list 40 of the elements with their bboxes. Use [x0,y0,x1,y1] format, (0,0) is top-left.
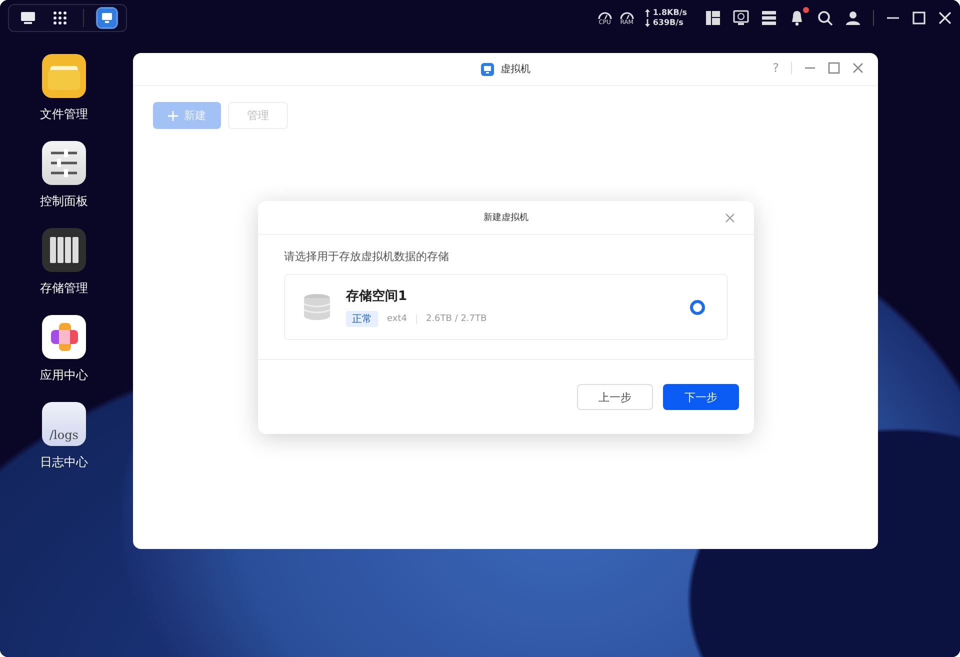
search-icon[interactable] [817,10,833,26]
back-button[interactable]: 上一步 [577,384,653,410]
usage-text: 2.6TB / 2.7TB [426,314,487,324]
user-icon[interactable] [845,10,861,26]
gauge-icon [618,10,635,19]
database-icon [302,292,332,322]
upload-speed: 1.8KB/s [652,8,687,18]
desktop-icon-label[interactable]: 文件管理 [40,107,88,121]
desktop-icon-label[interactable]: 日志中心 [40,455,88,469]
storage-name: 存储空间1 [346,288,408,305]
panel-icon[interactable] [705,10,721,26]
arrow-up-icon [644,9,650,17]
prompt-text: 请选择用于存放虚拟机数据的存储 [284,249,450,264]
storage-option[interactable]: 存储空间1 正常 ext4 2.6TB / 2.7TB [284,274,728,340]
status-tag: 正常 [346,311,378,327]
monitor-app-icon [480,62,494,76]
drive-bays-icon[interactable] [42,228,86,272]
server-icon[interactable] [761,10,777,26]
next-button[interactable]: 下一步 [663,384,739,410]
grid-icon[interactable] [51,9,69,27]
folder-icon[interactable] [42,54,86,98]
gauge-icon [596,10,613,19]
icon-text: /logs [50,428,78,442]
monitor-icon[interactable] [19,9,37,27]
bell-icon[interactable] [789,10,805,26]
overlapping-shapes-icon[interactable] [42,315,86,359]
window-title: 虚拟机 [500,62,530,76]
monitor-app-icon[interactable] [98,9,116,27]
desktop-icon-label[interactable]: 存储管理 [40,281,88,295]
dialog-title: 新建虚拟机 [484,212,528,224]
desktop-icon-label[interactable]: 控制面板 [40,194,88,208]
radio-button[interactable] [690,300,705,314]
filesystem-text: ext4 [387,314,407,324]
plus-icon [168,110,178,120]
desktop-icon-label[interactable]: 应用中心 [40,368,88,382]
download-speed: 639B/s [652,18,684,28]
log-file-icon[interactable]: /logs [42,402,86,446]
monitor-globe-icon[interactable] [733,10,749,26]
arrow-down-icon [644,19,650,27]
sliders-icon[interactable] [42,141,86,185]
